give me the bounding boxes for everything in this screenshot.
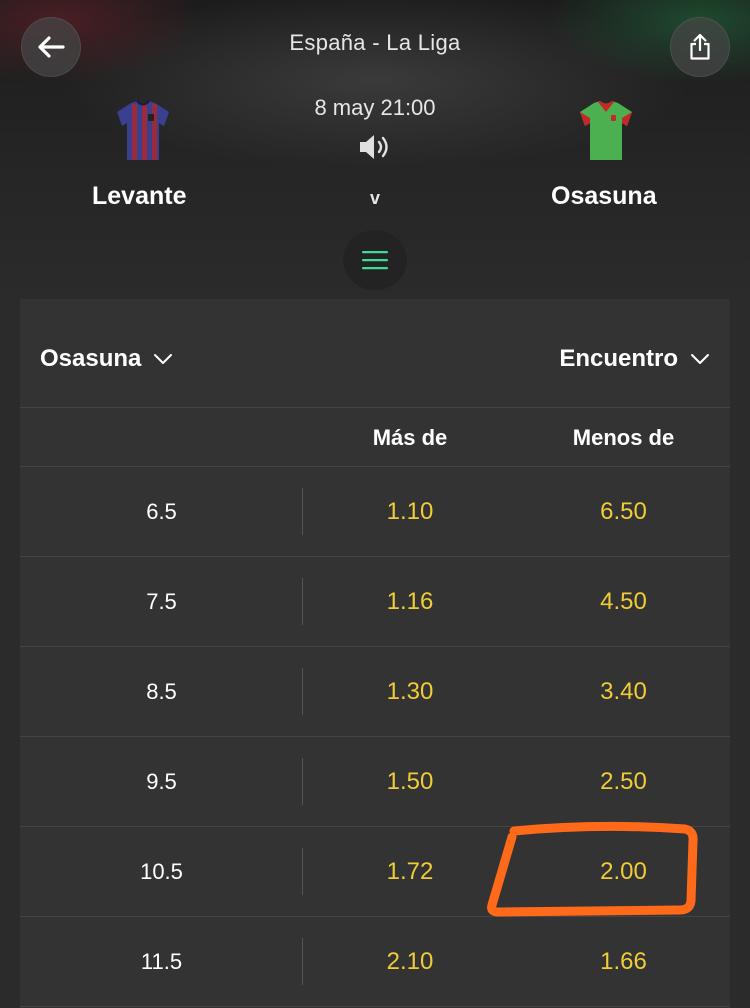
over-odd-button[interactable]: 1.30 xyxy=(303,647,517,736)
team-selector[interactable]: Osasuna xyxy=(40,345,173,373)
match-datetime: 8 may 21:00 xyxy=(314,95,436,120)
market-selectors: Osasuna Encuentro xyxy=(20,299,730,408)
odds-table: 6.5 1.10 6.50 7.5 1.16 4.50 8.5 1.30 3.4… xyxy=(20,467,730,1007)
share-button[interactable] xyxy=(670,17,730,77)
scope-selector-label: Encuentro xyxy=(559,345,678,372)
under-odd-button[interactable]: 1.66 xyxy=(517,917,730,1006)
under-odd-button[interactable]: 2.50 xyxy=(517,737,730,826)
share-icon xyxy=(690,33,710,60)
table-row: 8.5 1.30 3.40 xyxy=(20,647,730,737)
line-value: 10.5 xyxy=(140,858,183,884)
away-team-name: Osasuna xyxy=(551,182,657,210)
table-row: 6.5 1.10 6.50 xyxy=(20,467,730,557)
away-jersey-icon xyxy=(580,101,632,160)
over-odd-button[interactable]: 1.72 xyxy=(303,827,517,916)
line-value: 6.5 xyxy=(146,498,177,524)
hamburger-menu-icon xyxy=(362,251,388,270)
table-row: 10.5 1.72 2.00 xyxy=(20,827,730,917)
over-odd-button[interactable]: 1.16 xyxy=(303,557,517,646)
line-value: 7.5 xyxy=(146,588,177,614)
table-row: 9.5 1.50 2.50 xyxy=(20,737,730,827)
over-column-header: Más de xyxy=(372,425,448,450)
markets-menu-button[interactable] xyxy=(343,230,407,290)
table-row: 7.5 1.16 4.50 xyxy=(20,557,730,647)
match-page: España - La Liga 8 may 21:00 Levante v O… xyxy=(0,0,750,1008)
over-odd-button[interactable]: 1.50 xyxy=(303,737,517,826)
scope-selector[interactable]: Encuentro xyxy=(559,345,710,373)
chevron-down-icon xyxy=(691,354,709,364)
line-value: 9.5 xyxy=(146,768,177,794)
under-odd-button[interactable]: 6.50 xyxy=(517,467,730,556)
under-odd-button[interactable]: 4.50 xyxy=(517,557,730,646)
under-odd-button[interactable]: 3.40 xyxy=(517,647,730,736)
under-column-header: Menos de xyxy=(572,425,675,450)
under-odd-button[interactable]: 2.00 xyxy=(517,827,730,916)
market-card: Osasuna Encuentro Más de Menos de 6.5 1.… xyxy=(20,299,730,1008)
over-odd-button[interactable]: 1.10 xyxy=(303,467,517,556)
speaker-icon[interactable] xyxy=(357,130,393,164)
odds-column-headers: Más de Menos de xyxy=(20,407,730,467)
chevron-down-icon xyxy=(154,354,173,364)
over-odd-button[interactable]: 2.10 xyxy=(303,917,517,1006)
home-jersey-icon xyxy=(117,100,169,160)
line-value: 11.5 xyxy=(140,948,183,974)
line-value: 8.5 xyxy=(146,678,177,704)
match-header: España - La Liga 8 may 21:00 Levante v O… xyxy=(0,0,750,300)
league-title: España - La Liga xyxy=(289,30,461,55)
table-row: 11.5 2.10 1.66 xyxy=(20,917,730,1007)
team-selector-label: Osasuna xyxy=(40,345,142,372)
